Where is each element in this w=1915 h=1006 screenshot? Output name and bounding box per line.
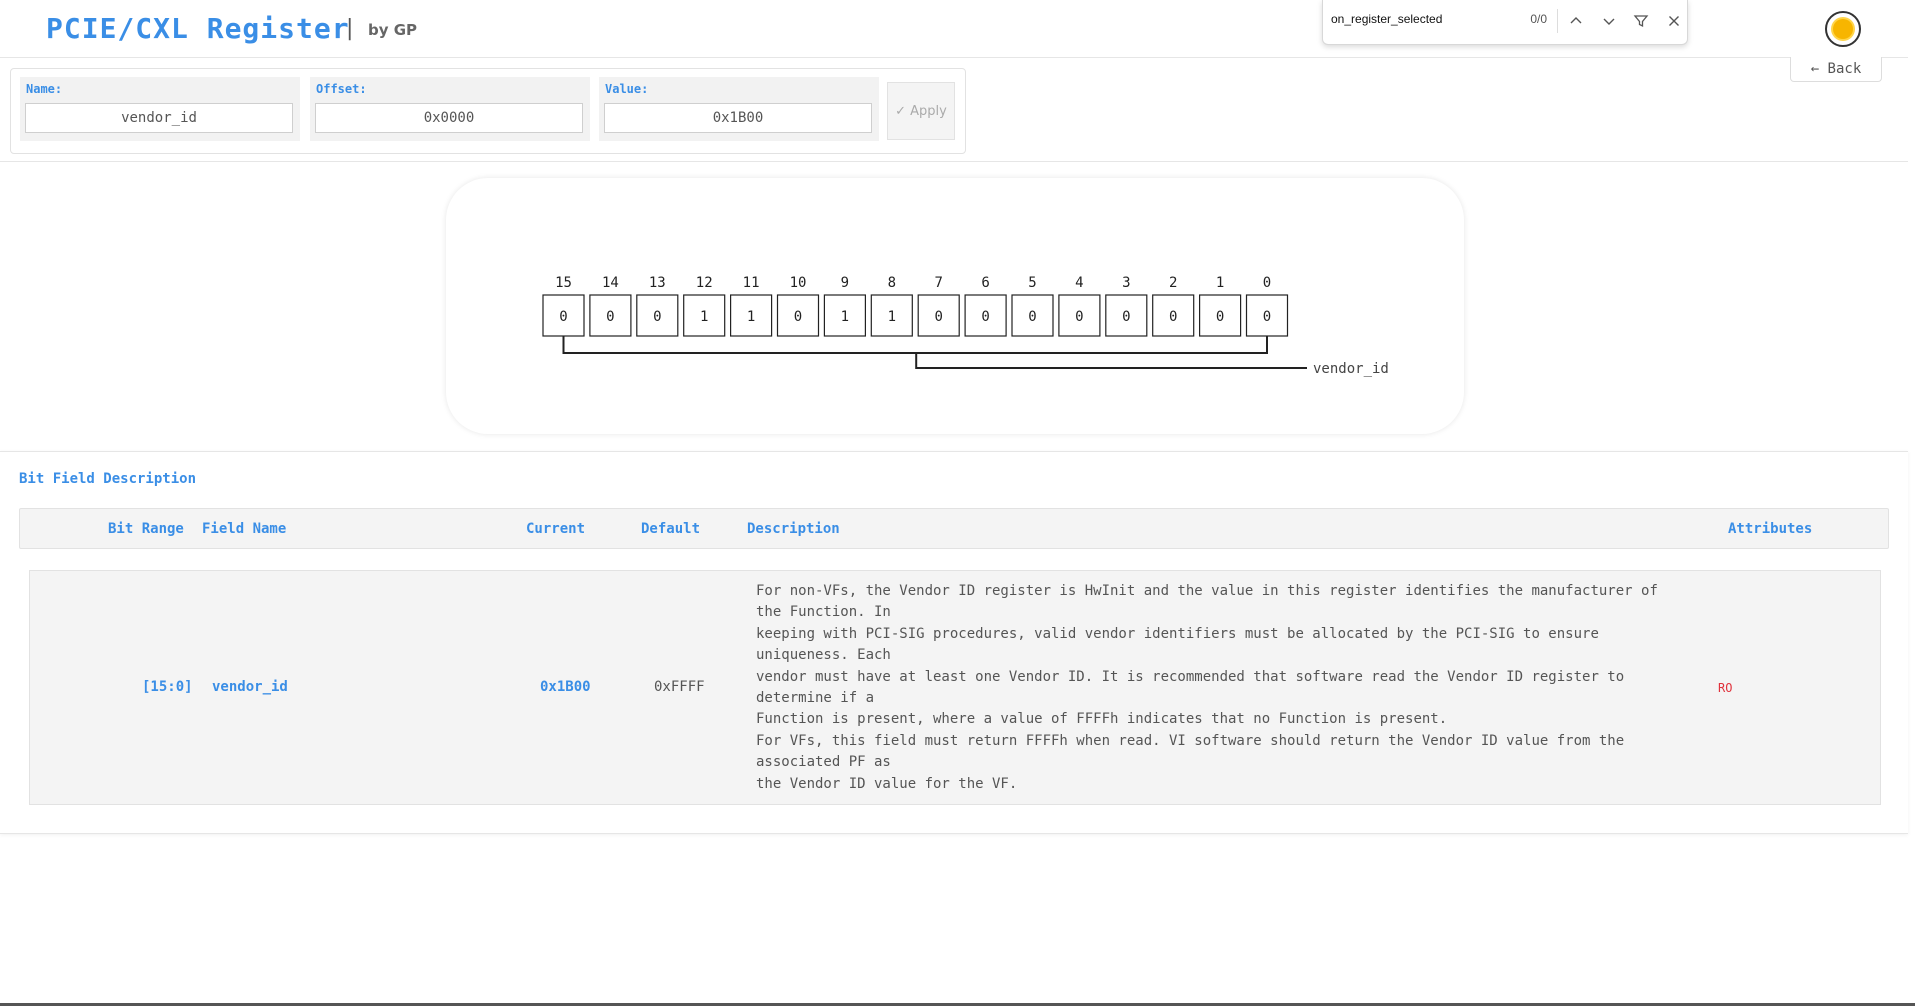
value-input[interactable]: 0x1B00 [604, 103, 872, 133]
bit-number-label: 14 [602, 275, 619, 291]
bit-value: 0 [981, 309, 989, 325]
register-form-panel: Name: vendor_id Offset: 0x0000 Value: 0x… [0, 60, 1908, 162]
description-line: the Vendor ID value for the VF. [756, 775, 1018, 792]
bit-number-label: 4 [1075, 275, 1083, 291]
name-input[interactable]: vendor_id [25, 103, 293, 133]
bit-number-label: 7 [934, 275, 942, 291]
chevron-up-icon[interactable] [1564, 9, 1588, 33]
header-attributes: Attributes [1728, 521, 1813, 537]
bit-value: 0 [559, 309, 567, 325]
find-bar: on_register_selected 0/0 [1322, 0, 1688, 45]
find-divider [1557, 9, 1558, 33]
bit-number-label: 6 [981, 275, 989, 291]
bit-diagram: 15014013012111110091817060504030201000ve… [542, 275, 1389, 377]
bit-number-label: 9 [841, 275, 849, 291]
bit-number-label: 13 [649, 275, 666, 291]
bit-value: 0 [1122, 309, 1130, 325]
bit-value: 1 [841, 309, 849, 325]
find-input[interactable]: on_register_selected [1331, 12, 1442, 26]
offset-label: Offset: [316, 82, 367, 96]
chevron-down-icon[interactable] [1597, 9, 1621, 33]
bit-number-label: 1 [1216, 275, 1224, 291]
value-label: Value: [605, 82, 649, 96]
app-title: PCIE/CXL Register [46, 12, 350, 45]
bit-number-label: 15 [555, 275, 572, 291]
header-description: Description [747, 521, 840, 537]
theme-toggle-button[interactable] [1825, 11, 1861, 47]
bit-value: 1 [700, 309, 708, 325]
offset-input[interactable]: 0x0000 [315, 103, 583, 133]
bit-value: 0 [1169, 309, 1177, 325]
name-field: Name: vendor_id [20, 77, 300, 141]
filter-icon[interactable] [1629, 9, 1653, 33]
back-button[interactable]: ← Back [1790, 57, 1882, 82]
section-title: Bit Field Description [19, 471, 197, 487]
bit-value: 0 [606, 309, 614, 325]
bit-value: 0 [794, 309, 802, 325]
bit-number-label: 3 [1122, 275, 1130, 291]
value-field: Value: 0x1B00 [599, 77, 879, 141]
field-leader-line [915, 353, 1307, 369]
bit-value: 0 [1216, 309, 1224, 325]
cell-attributes: RO [1718, 681, 1733, 695]
bit-value: 0 [934, 309, 942, 325]
cell-default: 0xFFFF [654, 679, 705, 695]
bit-value: 0 [1263, 309, 1271, 325]
table-header: Bit Range Field Name Current Default Des… [19, 508, 1889, 549]
close-icon[interactable] [1662, 9, 1686, 33]
cell-current: 0x1B00 [540, 679, 591, 695]
name-label: Name: [26, 82, 63, 96]
table-row[interactable]: [15:0] vendor_id 0x1B00 0xFFFF For non-V… [29, 570, 1881, 805]
field-label: vendor_id [1313, 361, 1389, 377]
title-separator: | [346, 16, 354, 41]
description-line: vendor must have at least one Vendor ID.… [756, 668, 1625, 707]
header-current: Current [526, 521, 586, 537]
bit-value: 1 [747, 309, 755, 325]
header-field-name: Field Name [202, 521, 287, 537]
cell-field-name: vendor_id [212, 679, 288, 695]
description-line: For non-VFs, the Vendor ID register is H… [756, 583, 1658, 621]
bit-number-label: 11 [743, 275, 760, 291]
header-bit-range: Bit Range [108, 521, 184, 537]
cell-description: For non-VFs, the Vendor ID register is H… [756, 581, 1686, 795]
apply-button[interactable]: ✓ Apply [887, 82, 955, 140]
bit-number-label: 12 [696, 275, 713, 291]
bit-value: 0 [1028, 309, 1036, 325]
cell-bit-range: [15:0] [142, 679, 193, 695]
bit-number-label: 5 [1028, 275, 1036, 291]
bit-number-label: 2 [1169, 275, 1177, 291]
field-bracket [562, 336, 1268, 354]
find-count: 0/0 [1530, 12, 1547, 26]
register-form: Name: vendor_id Offset: 0x0000 Value: 0x… [10, 68, 966, 154]
bit-number-label: 0 [1263, 275, 1271, 291]
header-default: Default [641, 521, 701, 537]
sun-icon [1833, 19, 1853, 39]
offset-field: Offset: 0x0000 [310, 77, 590, 141]
bit-diagram-card: 15 0 14 0 13 0 12 1 11 1 10 0 9 1 8 1 7 0 6 0 5 0 4 0 3 0 2 0 1 0 0 0 ve… [446, 178, 1464, 434]
description-line: For VFs, this field must return FFFFh wh… [756, 732, 1625, 771]
description-line: keeping with PCI-SIG procedures, valid v… [756, 625, 1599, 664]
byline: by GP [368, 21, 418, 39]
bit-value: 0 [653, 309, 661, 325]
description-line: Function is present, where a value of FF… [756, 711, 1448, 728]
bit-number-label: 8 [888, 275, 896, 291]
bit-value: 1 [888, 309, 896, 325]
bit-number-label: 10 [790, 275, 807, 291]
bit-field-section: Bit Field Description Bit Range Field Na… [0, 451, 1908, 834]
bit-value: 0 [1075, 309, 1083, 325]
